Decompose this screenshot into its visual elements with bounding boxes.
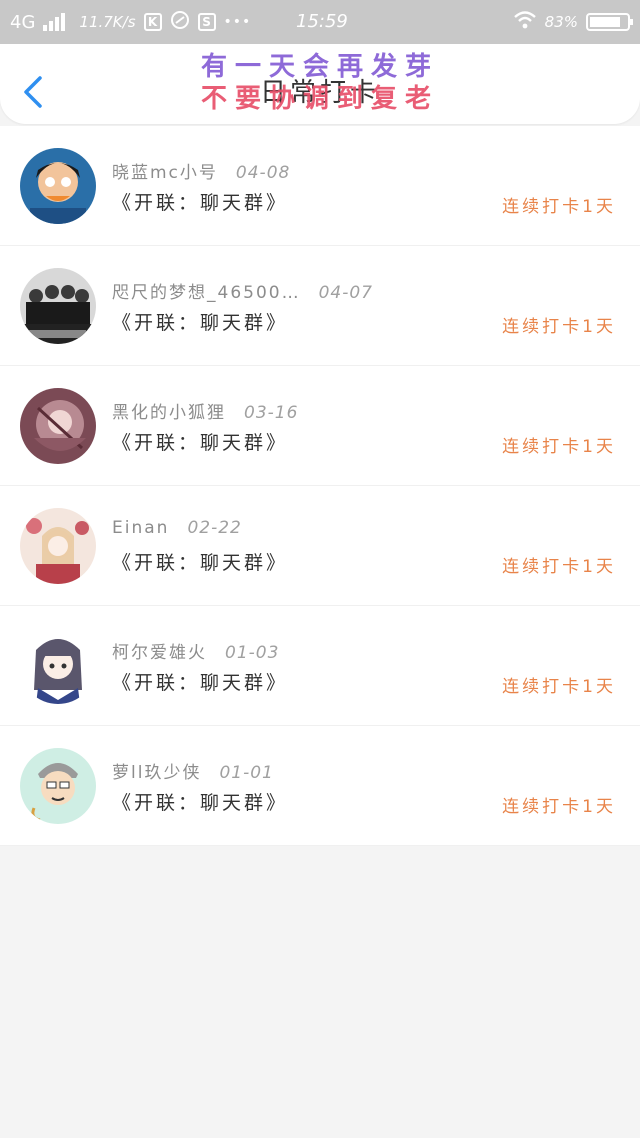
app-dial-icon bbox=[170, 10, 190, 35]
group-name: 《开联：聊天群》 bbox=[112, 552, 289, 574]
user-name: 咫尺的梦想_46500… bbox=[112, 283, 301, 303]
status-bar: 4G 11.7K/s K S ••• 15:59 83% bbox=[0, 0, 640, 44]
group-name: 《开联：聊天群》 bbox=[112, 672, 289, 694]
list-item[interactable]: 黑化的小狐狸 03-16 《开联：聊天群》 连续打卡1天 bbox=[0, 366, 640, 486]
streak-label: 连续打卡1天 bbox=[502, 317, 616, 337]
avatar[interactable] bbox=[20, 748, 96, 824]
app-s-icon: S bbox=[197, 13, 216, 31]
group-name: 《开联：聊天群》 bbox=[112, 432, 289, 454]
checkin-date: 01-03 bbox=[225, 643, 280, 663]
checkin-date: 04-07 bbox=[318, 283, 373, 303]
wifi-icon bbox=[513, 10, 537, 35]
user-name-line: 晓蓝mc小号 04-08 bbox=[112, 158, 290, 183]
user-name-line: 咫尺的梦想_46500… 04-07 bbox=[112, 278, 373, 303]
user-name-line: Einan 02-22 bbox=[112, 518, 242, 538]
user-name-line: 柯尔爱雄火 01-03 bbox=[112, 638, 279, 663]
avatar[interactable] bbox=[20, 508, 96, 584]
streak-label: 连续打卡1天 bbox=[502, 797, 616, 817]
avatar[interactable] bbox=[20, 388, 96, 464]
user-name-line: 黑化的小狐狸 03-16 bbox=[112, 398, 298, 423]
header-bar: 日常打卡 有一天会再发芽 不要协调到复老 bbox=[0, 44, 640, 124]
checkin-date: 01-01 bbox=[219, 763, 274, 783]
avatar[interactable] bbox=[20, 148, 96, 224]
list-item[interactable]: 晓蓝mc小号 04-08 《开联：聊天群》 连续打卡1天 bbox=[0, 126, 640, 246]
list-item[interactable]: 咫尺的梦想_46500… 04-07 《开联：聊天群》 连续打卡1天 bbox=[0, 246, 640, 366]
checkin-list: 晓蓝mc小号 04-08 《开联：聊天群》 连续打卡1天 咫尺的梦想_46500…… bbox=[0, 126, 640, 846]
streak-label: 连续打卡1天 bbox=[502, 437, 616, 457]
user-name-line: 萝ll玖少侠 01-01 bbox=[112, 758, 274, 783]
list-item[interactable]: 柯尔爱雄火 01-03 《开联：聊天群》 连续打卡1天 bbox=[0, 606, 640, 726]
group-name: 《开联：聊天群》 bbox=[112, 192, 289, 214]
group-name: 《开联：聊天群》 bbox=[112, 792, 289, 814]
checkin-date: 02-22 bbox=[187, 518, 242, 538]
overlay-caption-bottom: 不要协调到复老 bbox=[200, 84, 439, 114]
battery-icon bbox=[586, 13, 633, 31]
checkin-date: 04-08 bbox=[235, 163, 291, 183]
list-item[interactable]: 萝ll玖少侠 01-01 《开联：聊天群》 连续打卡1天 bbox=[0, 726, 640, 846]
user-name: 黑化的小狐狸 bbox=[112, 403, 226, 423]
user-name: 柯尔爱雄火 bbox=[112, 643, 207, 663]
app-k-icon: K bbox=[143, 13, 162, 31]
clock: 15:59 bbox=[296, 11, 348, 32]
battery-percent: 83% bbox=[544, 13, 578, 31]
more-notifications-icon: ••• bbox=[223, 14, 252, 30]
signal-icon bbox=[43, 13, 66, 31]
streak-label: 连续打卡1天 bbox=[502, 557, 616, 577]
avatar[interactable] bbox=[20, 628, 96, 704]
group-name: 《开联：聊天群》 bbox=[112, 312, 289, 334]
checkin-date: 03-16 bbox=[244, 403, 299, 423]
list-item[interactable]: Einan 02-22 《开联：聊天群》 连续打卡1天 bbox=[0, 486, 640, 606]
user-name: 晓蓝mc小号 bbox=[112, 163, 218, 183]
network-speed: 11.7K/s bbox=[79, 13, 136, 31]
network-type: 4G bbox=[10, 11, 36, 33]
streak-label: 连续打卡1天 bbox=[502, 677, 616, 697]
streak-label: 连续打卡1天 bbox=[502, 197, 616, 217]
user-name: 萝ll玖少侠 bbox=[112, 763, 202, 783]
user-name: Einan bbox=[112, 518, 170, 538]
avatar[interactable] bbox=[20, 268, 96, 344]
